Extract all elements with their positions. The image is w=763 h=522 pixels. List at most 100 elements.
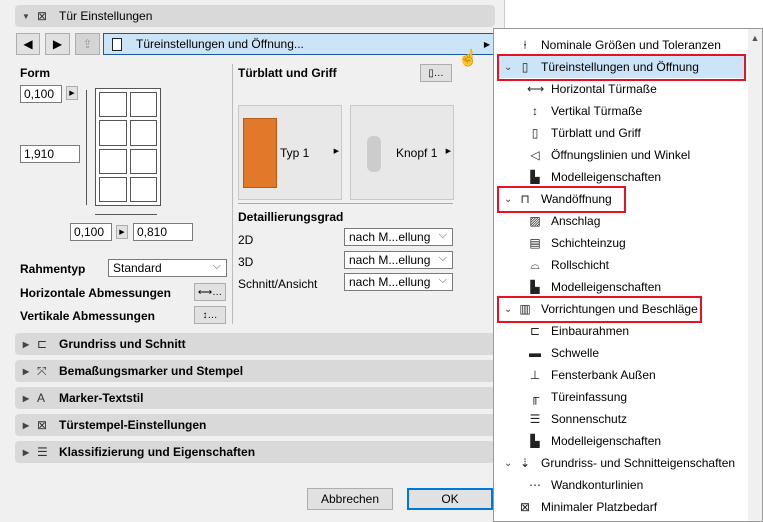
menu-item-icon: ╓ xyxy=(530,390,540,404)
menu-item-label: Öffnungslinien und Winkel xyxy=(551,148,691,162)
section-title: Klassifizierung und Eigenschaften xyxy=(59,445,256,459)
menu-item[interactable]: ⌄ ⇣ Grundriss- und Schnitteigenschaften xyxy=(494,452,750,474)
collapse-icon: ▼ xyxy=(22,11,30,21)
menu-item[interactable]: ▨ Anschlag xyxy=(494,210,750,232)
dimension-marker-icon: ⤧ xyxy=(37,363,47,378)
knob-image xyxy=(367,136,381,172)
menu-item[interactable]: ▬ Schwelle xyxy=(494,342,750,364)
menu-item[interactable]: ⊥ Fensterbank Außen xyxy=(494,364,750,386)
leaf-title: Türblatt und Griff xyxy=(238,66,337,80)
menu-item-icon: ▯ xyxy=(531,126,539,140)
detail-2d-label: 2D xyxy=(238,233,254,247)
vertical-dims-label: Vertikale Abmessungen xyxy=(20,309,155,323)
section-dimension-markers[interactable]: ▶ ⤧ Bemaßungsmarker und Stempel xyxy=(15,360,495,382)
frame-top-input[interactable]: 0,100 xyxy=(20,85,62,103)
menu-item-icon: ☰ xyxy=(529,412,541,426)
leaf-options-button[interactable]: ▯… xyxy=(420,64,452,82)
floor-plan-icon: ⊏ xyxy=(37,337,48,351)
toggle-button[interactable]: ▶ xyxy=(116,225,128,239)
horizontal-dims-button[interactable]: ⟷… xyxy=(194,283,226,301)
scroll-up-icon[interactable]: ▲ xyxy=(748,33,762,43)
toggle-button[interactable]: ▶ xyxy=(66,86,78,100)
vertical-dims-button[interactable]: ↕… xyxy=(194,306,226,324)
section-title: Tür Einstellungen xyxy=(59,9,153,23)
menu-item[interactable]: ╓ Türeinfassung xyxy=(494,386,750,408)
width-input[interactable]: 0,810 xyxy=(133,223,193,241)
menu-item[interactable]: ☰ Sonnenschutz xyxy=(494,408,750,430)
marker-text-icon: A xyxy=(37,391,46,405)
menu-item-label: Sonnenschutz xyxy=(551,412,628,426)
menu-item-label: Türblatt und Griff xyxy=(551,126,641,140)
detail-2d-select[interactable]: nach M...ellung xyxy=(344,227,453,246)
section-title: Marker-Textstil xyxy=(59,391,144,405)
hand-cursor-icon: ☝ xyxy=(458,50,478,67)
highlight-box xyxy=(497,186,626,213)
export-button[interactable]: ⇪ xyxy=(75,33,100,55)
menu-item[interactable]: ▙ Modelleigenschaften xyxy=(494,166,750,188)
divider xyxy=(238,203,453,204)
menu-item-icon: ◁ xyxy=(530,148,540,162)
section-door-stamp[interactable]: ▶ ⊠ Türstempel-Einstellungen xyxy=(15,414,495,436)
menu-item[interactable]: ▙ Modelleigenschaften xyxy=(494,276,750,298)
section-classification[interactable]: ▶ ☰ Klassifizierung und Eigenschaften xyxy=(15,441,495,463)
door-preview xyxy=(95,88,161,206)
scrollbar[interactable]: ▲ xyxy=(748,29,762,521)
prev-button[interactable]: ◀ xyxy=(16,33,40,55)
page-selector[interactable]: Türeinstellungen und Öffnung... ▶ xyxy=(103,33,496,55)
next-button[interactable]: ▶ xyxy=(45,33,70,55)
section-title: Türstempel-Einstellungen xyxy=(59,418,207,432)
menu-item-label: Wandkonturlinien xyxy=(551,478,644,492)
arrow-right-icon: ▶ xyxy=(333,148,339,155)
detail-level-title: Detaillierungsgrad xyxy=(238,210,344,224)
menu-item[interactable]: ◁ Öffnungslinien und Winkel xyxy=(494,144,750,166)
frame-type-select[interactable]: Standard xyxy=(108,258,227,277)
menu-item-label: Modelleigenschaften xyxy=(551,170,662,184)
frame-side-input[interactable]: 0,100 xyxy=(70,223,112,241)
detail-3d-label: 3D xyxy=(238,255,254,269)
menu-item[interactable]: ⊏ Einbaurahmen xyxy=(494,320,750,342)
section-title: Grundriss und Schnitt xyxy=(59,337,186,351)
menu-item[interactable]: ⍿ Nominale Größen und Toleranzen xyxy=(494,34,750,56)
menu-item[interactable]: ↕ Vertikal Türmaße xyxy=(494,100,750,122)
section-marker-text[interactable]: ▶ A Marker-Textstil xyxy=(15,387,495,409)
menu-item-label: Einbaurahmen xyxy=(551,324,630,338)
page-selector-label: Türeinstellungen und Öffnung... xyxy=(136,37,304,51)
section-door-settings[interactable]: ▼ ⊠ Tür Einstellungen xyxy=(15,5,495,27)
detail-3d-select[interactable]: nach M...ellung xyxy=(344,250,453,269)
handle-type-tile[interactable]: Knopf 1 ▶ xyxy=(350,105,454,200)
chevron-down-icon[interactable]: ⌄ xyxy=(504,458,512,469)
menu-item[interactable]: ⋯ Wandkonturlinien xyxy=(494,474,750,496)
form-label: Form xyxy=(20,66,50,80)
menu-item-icon: ▙ xyxy=(530,434,540,448)
menu-item-label: Anschlag xyxy=(551,214,601,228)
menu-item-label: Türeinfassung xyxy=(551,390,628,404)
frame-type-label: Rahmentyp xyxy=(20,262,86,276)
menu-item-label: Modelleigenschaften xyxy=(551,280,662,294)
menu-item[interactable]: ▤ Schichteinzug xyxy=(494,232,750,254)
classification-icon: ☰ xyxy=(37,445,48,459)
menu-item[interactable]: ⌓ Rollschicht xyxy=(494,254,750,276)
menu-item-label: Vertikal Türmaße xyxy=(551,104,643,118)
menu-item-icon: ⊏ xyxy=(529,324,541,338)
door-stamp-icon: ⊠ xyxy=(37,418,48,432)
section-title: Bemaßungsmarker und Stempel xyxy=(59,364,244,378)
menu-item-icon: ⋯ xyxy=(529,478,541,492)
detail-section-select[interactable]: nach M...ellung xyxy=(344,272,453,291)
menu-item-label: Schichteinzug xyxy=(551,236,626,250)
leaf-type-tile[interactable]: Typ 1 ▶ xyxy=(238,105,342,200)
menu-item[interactable]: ▯ Türblatt und Griff xyxy=(494,122,750,144)
menu-item-icon: ▬ xyxy=(529,346,541,360)
menu-item[interactable]: ▙ Modelleigenschaften xyxy=(494,430,750,452)
menu-item-label: Schwelle xyxy=(551,346,600,360)
door-settings-icon: ⊠ xyxy=(37,9,48,23)
horizontal-dims-label: Horizontale Abmessungen xyxy=(20,286,171,300)
menu-item-icon: ▙ xyxy=(530,280,540,294)
cancel-button[interactable]: Abbrechen xyxy=(307,488,393,510)
height-input[interactable]: 1,910 xyxy=(20,145,80,163)
ok-button[interactable]: OK xyxy=(407,488,493,510)
door-settings-dialog: ▼ ⊠ Tür Einstellungen ◀ ▶ ⇪ Türeinstellu… xyxy=(0,0,505,522)
page-tree-menu: ⍿ Nominale Größen und Toleranzen ⌄ ▯ Türeins… xyxy=(493,28,763,522)
section-floor-plan[interactable]: ▶ ⊏ Grundriss und Schnitt xyxy=(15,333,495,355)
menu-item[interactable]: ⟷ Horizontal Türmaße xyxy=(494,78,750,100)
menu-item[interactable]: ⊠ Minimaler Platzbedarf xyxy=(494,496,750,518)
